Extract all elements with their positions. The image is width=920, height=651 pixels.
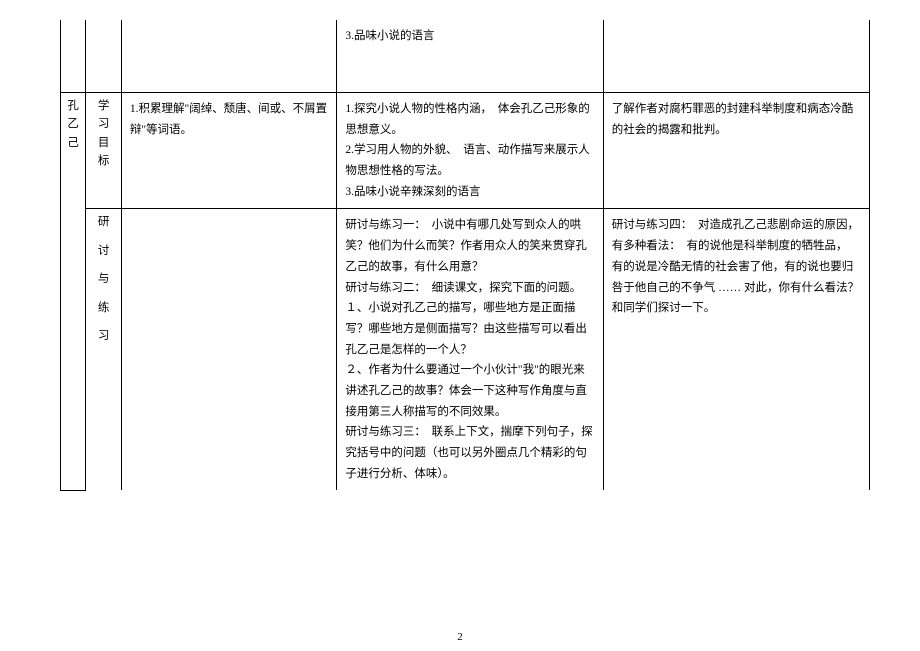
label-top-empty — [86, 20, 122, 93]
practice-colA — [121, 209, 337, 490]
top-partial-row: 3.品味小说的语言 — [61, 20, 870, 93]
page-number: 2 — [0, 631, 920, 643]
goals-colA: 1.积累理解"阔绰、颓唐、间或、不屑置辩"等词语。 — [121, 93, 337, 209]
practice-colB: 研讨与练习一： 小说中有哪几处写到众人的哄笑？他们为什么而笑？作者用众人的笑来贯… — [337, 209, 603, 490]
goals-label: 学习目标 — [86, 93, 122, 209]
spine-char-1: 孔 — [63, 97, 83, 115]
goals-colC: 了解作者对腐朽罪恶的封建科举制度和病态冷酷的社会的揭露和批判。 — [603, 93, 869, 209]
spine-char-2: 乙 — [63, 115, 83, 133]
goals-colB: 1.探究小说人物的性格内涵， 体会孔乙己形象的思想意义。 2.学习用人物的外貌、… — [337, 93, 603, 209]
spine-top-empty — [61, 20, 86, 93]
lesson-plan-table: 3.品味小说的语言 孔 乙 己 学习目标 1.积累理解"阔绰、颓唐、间或、不屑置… — [60, 20, 870, 491]
colB-top: 3.品味小说的语言 — [337, 20, 603, 93]
practice-colC: 研讨与练习四： 对造成孔乙己悲剧命运的原因，有多种看法： 有的说他是科举制度的牺… — [603, 209, 869, 490]
spine-title: 孔 乙 己 — [61, 93, 86, 491]
colC-top-empty — [603, 20, 869, 93]
goals-row: 孔 乙 己 学习目标 1.积累理解"阔绰、颓唐、间或、不屑置辩"等词语。 1.探… — [61, 93, 870, 209]
practice-row: 研讨与练习 研讨与练习一： 小说中有哪几处写到众人的哄笑？他们为什么而笑？作者用… — [61, 209, 870, 490]
practice-label: 研讨与练习 — [86, 209, 122, 490]
spine-char-3: 己 — [63, 134, 83, 152]
colA-top-empty — [121, 20, 337, 93]
